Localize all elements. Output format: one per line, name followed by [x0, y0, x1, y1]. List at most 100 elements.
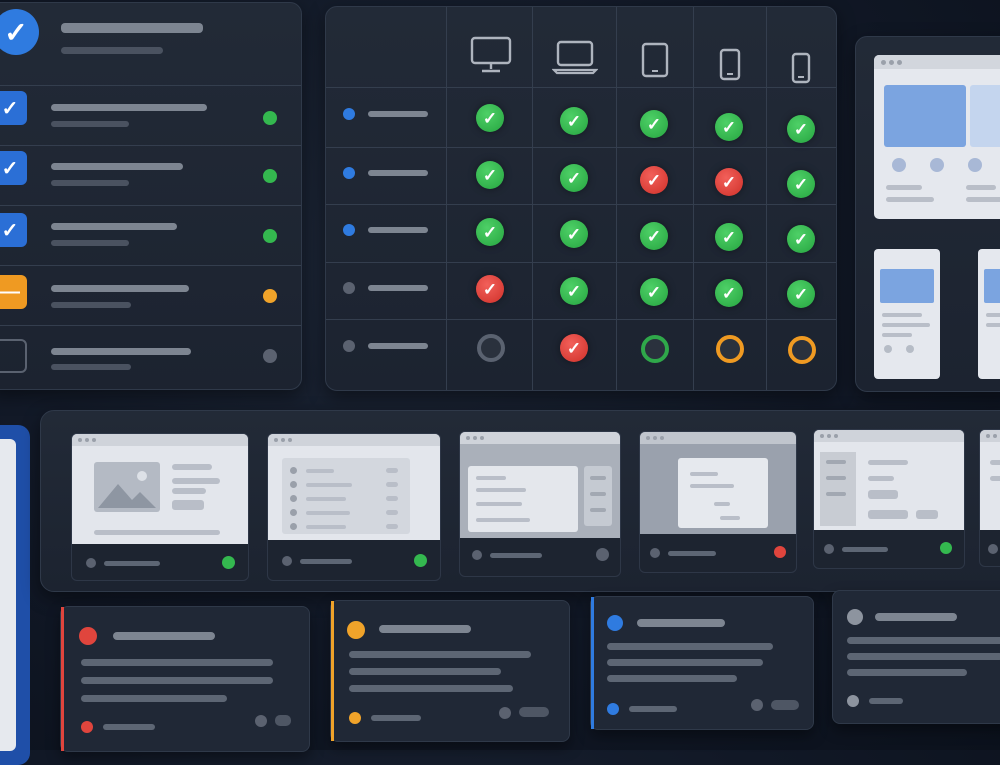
- thumbnail-caption-placeholder: [668, 551, 716, 556]
- page-thumbnail[interactable]: [267, 433, 441, 581]
- fail-check-icon[interactable]: ✓: [560, 334, 588, 362]
- layout-preview-panel: [855, 36, 1000, 392]
- pass-check-icon[interactable]: ✓: [640, 222, 668, 250]
- issue-action-pill[interactable]: [519, 707, 549, 717]
- status-dot: [414, 554, 427, 567]
- pending-ring-icon[interactable]: [716, 335, 744, 363]
- desktop-monitor-icon: [470, 36, 512, 73]
- pass-check-icon[interactable]: ✓: [640, 110, 668, 138]
- page-thumbnail[interactable]: [459, 431, 621, 577]
- row-marker-dot: [343, 282, 355, 294]
- row-label-placeholder: [368, 170, 428, 176]
- issue-card[interactable]: [590, 596, 814, 730]
- mobile-layout-preview[interactable]: [874, 249, 940, 379]
- row-subtitle-placeholder: [51, 240, 129, 246]
- page-thumbnail[interactable]: [639, 431, 797, 573]
- row-marker-dot: [343, 108, 355, 120]
- checklist-subtitle-placeholder: [61, 47, 163, 54]
- pass-check-icon[interactable]: ✓: [787, 225, 815, 253]
- issue-text-placeholder: [607, 659, 763, 666]
- row-title-placeholder: [51, 104, 207, 111]
- pass-check-icon[interactable]: ✓: [787, 170, 815, 198]
- fail-check-icon[interactable]: ✓: [476, 275, 504, 303]
- issue-title-placeholder: [379, 625, 471, 633]
- pass-check-icon[interactable]: ✓: [476, 218, 504, 246]
- issue-text-placeholder: [847, 637, 1000, 644]
- row-label-placeholder: [368, 343, 428, 349]
- page-thumbnail[interactable]: [813, 429, 965, 569]
- severity-dot: [847, 609, 863, 625]
- issue-card[interactable]: [330, 600, 570, 742]
- pass-check-icon[interactable]: ✓: [560, 164, 588, 192]
- issue-text-placeholder: [81, 677, 273, 684]
- laptop-icon: [552, 40, 598, 75]
- fail-check-icon[interactable]: ✓: [640, 166, 668, 194]
- issue-title-placeholder: [113, 632, 215, 640]
- status-dot: [263, 349, 277, 363]
- desktop-layout-preview[interactable]: [874, 55, 1000, 219]
- issue-meta-placeholder: [103, 724, 155, 730]
- pass-check-icon[interactable]: ✓: [560, 107, 588, 135]
- pass-check-icon[interactable]: ✓: [715, 223, 743, 251]
- thumbnail-caption-placeholder: [104, 561, 160, 566]
- check-circle-icon: ✓: [0, 9, 39, 55]
- issue-text-placeholder: [847, 653, 1000, 660]
- pass-check-icon[interactable]: ✓: [787, 280, 815, 308]
- status-dot: [263, 169, 277, 183]
- issue-action-dot[interactable]: [255, 715, 267, 727]
- checkbox-indeterminate[interactable]: —: [0, 275, 27, 309]
- assignee-dot: [847, 695, 859, 707]
- fail-check-icon[interactable]: ✓: [715, 168, 743, 196]
- tablet-small-icon: [719, 48, 741, 81]
- checkbox-unchecked[interactable]: [0, 339, 27, 373]
- row-title-placeholder: [51, 285, 189, 292]
- issue-text-placeholder: [349, 651, 531, 658]
- pending-ring-icon[interactable]: [641, 335, 669, 363]
- row-marker-dot: [343, 167, 355, 179]
- thumbnail-meta-dot: [282, 556, 292, 566]
- checkbox-checked[interactable]: ✓: [0, 213, 27, 247]
- row-marker-dot: [343, 224, 355, 236]
- mobile-layout-preview[interactable]: [978, 249, 1000, 379]
- severity-dot: [347, 621, 365, 639]
- issue-action-pill[interactable]: [771, 700, 799, 710]
- page-thumbnail[interactable]: [979, 429, 1000, 567]
- issue-text-placeholder: [349, 685, 513, 692]
- issue-text-placeholder: [81, 659, 273, 666]
- row-subtitle-placeholder: [51, 364, 131, 370]
- checklist-title-placeholder: [61, 23, 203, 33]
- checkbox-checked[interactable]: ✓: [0, 151, 27, 185]
- checkbox-checked[interactable]: ✓: [0, 91, 27, 125]
- status-dot: [263, 229, 277, 243]
- row-title-placeholder: [51, 348, 191, 355]
- issue-card[interactable]: [60, 606, 310, 752]
- issue-title-placeholder: [637, 619, 725, 627]
- row-subtitle-placeholder: [51, 121, 129, 127]
- page-thumbnail[interactable]: [71, 433, 249, 581]
- device-matrix-panel: ✓ ✓ ✓ ✓ ✓ ✓ ✓ ✓ ✓ ✓ ✓ ✓ ✓ ✓ ✓ ✓ ✓ ✓ ✓ ✓ …: [325, 6, 837, 391]
- thumbnail-caption-placeholder: [842, 547, 888, 552]
- assignee-dot: [349, 712, 361, 724]
- pass-check-icon[interactable]: ✓: [640, 278, 668, 306]
- assignee-dot: [607, 703, 619, 715]
- thumbnail-meta-dot: [824, 544, 834, 554]
- pending-ring-icon[interactable]: [788, 336, 816, 364]
- status-dot: [263, 111, 277, 125]
- pass-check-icon[interactable]: ✓: [560, 277, 588, 305]
- pending-ring-icon[interactable]: [477, 334, 505, 362]
- issue-text-placeholder: [607, 643, 773, 650]
- issue-action-dot[interactable]: [751, 699, 763, 711]
- issue-card[interactable]: [832, 590, 1000, 724]
- row-label-placeholder: [368, 285, 428, 291]
- assignee-dot: [81, 721, 93, 733]
- pass-check-icon[interactable]: ✓: [476, 161, 504, 189]
- pass-check-icon[interactable]: ✓: [476, 104, 504, 132]
- pass-check-icon[interactable]: ✓: [715, 279, 743, 307]
- thumbnail-caption-placeholder: [490, 553, 542, 558]
- issue-action-dot[interactable]: [499, 707, 511, 719]
- status-dot: [222, 556, 235, 569]
- pass-check-icon[interactable]: ✓: [560, 220, 588, 248]
- pass-check-icon[interactable]: ✓: [715, 113, 743, 141]
- issue-action-pill[interactable]: [275, 715, 291, 726]
- pass-check-icon[interactable]: ✓: [787, 115, 815, 143]
